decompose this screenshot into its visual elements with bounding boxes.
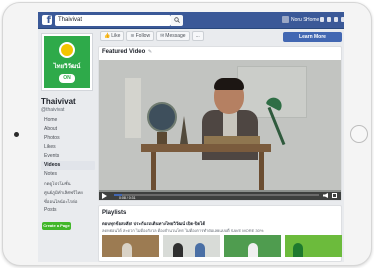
facebook-top-bar: f Thaivivat Noru S Home [38,12,344,29]
avatar [282,16,289,23]
page-nav: Home About Photos Likes Events Videos No… [41,116,95,215]
friends-icon[interactable] [320,17,324,22]
video-thumbnail[interactable] [224,235,281,257]
notifications-icon[interactable] [334,17,338,22]
facebook-logo-icon[interactable]: f [42,15,52,25]
follow-label: Follow [135,33,151,39]
video-scene-globe [147,102,177,132]
page-handle[interactable]: @thaivivat [41,107,64,113]
edit-icon[interactable]: ✎ [148,49,152,55]
like-button[interactable]: 👍 Like [100,31,125,41]
create-page-button[interactable]: Create a Page [42,222,71,230]
thaivivat-logo: ไทยวิวัฒน์ ON [44,36,90,88]
learn-more-button[interactable]: Learn More [283,32,342,42]
video-thumbnail[interactable] [285,235,342,257]
follow-button[interactable]: ≋ Follow [126,31,155,41]
thumbnail-figure [195,243,205,257]
nav-item-service-center[interactable]: ศูนย์ภูมิคำเลิศฟรีไทย [41,188,95,197]
logo-text: ไทยวิวัฒน์ [53,64,81,70]
thumbnail-figure [122,243,132,257]
nav-item-events[interactable]: Events [41,152,95,161]
video-timecode: 0:08 / 0:31 [119,196,136,200]
nav-item-posts[interactable]: Posts [41,206,95,215]
nav-item-about[interactable]: About [41,125,95,134]
video-scene-tower [180,116,188,144]
nav-item-promotion[interactable]: กดดูโปรโมชั่น [41,179,95,188]
message-button[interactable]: ✉ Message [156,31,190,41]
thumbs-up-icon: 👍 [104,33,111,39]
video-scene-person-hair [214,78,244,90]
message-label: Message [165,33,186,39]
nav-item-videos[interactable]: Videos [41,161,95,170]
messages-icon[interactable] [327,17,331,22]
nav-item-notes[interactable]: Notes [41,170,95,179]
search-input[interactable]: Thaivivat [55,15,171,26]
help-icon[interactable] [341,17,344,22]
featured-video-title-text: Featured Video [102,49,146,55]
notification-icons [320,17,344,22]
message-icon: ✉ [160,33,165,39]
user-name: Noru S [291,16,307,23]
page-actions: 👍 Like ≋ Follow ✉ Message ... [100,31,204,41]
home-button[interactable] [350,125,368,143]
nav-item-home[interactable]: Home [41,116,95,125]
video-progress-bar[interactable] [114,194,319,196]
nav-item-photos[interactable]: Photos [41,134,95,143]
logo-badge: ON [59,74,75,83]
user-profile-link[interactable]: Noru S [282,16,307,23]
playlists-title: Playlists [102,210,127,216]
thumbnail-figure [173,243,183,257]
video-thumbnail[interactable] [163,235,220,257]
page-title: Thaivivat [41,97,76,106]
logo-circle-icon [59,42,75,58]
camera-icon [14,132,19,137]
video-scene-table-leg [151,152,156,190]
playlist-description: ลดหย่อนได้ สะดวก ไม่ต้องกังวล ต้องจำนวนโ… [102,228,264,233]
search-icon [174,17,180,23]
rss-icon: ≋ [130,33,135,39]
screen: f Thaivivat Noru S Home ไทยวิวัฒน์ ON Th… [38,12,344,262]
video-scene-window [125,78,141,138]
thumbnail-figure [248,243,258,257]
thumbnail-figure [293,243,303,257]
nav-item-likes[interactable]: Likes [41,143,95,152]
video-scene-table [141,144,271,152]
page-sidebar: ไทยวิวัฒน์ ON Thaivivat @thaivivat Home … [38,29,96,262]
tablet-frame: f Thaivivat Noru S Home ไทยวิวัฒน์ ON Th… [2,2,372,266]
video-player[interactable]: 0:08 / 0:31 [99,60,341,200]
featured-video-card: Featured Video ✎ 0:08 / 0:31 [98,46,342,201]
play-icon[interactable] [102,193,107,199]
featured-video-title: Featured Video ✎ [102,49,152,55]
like-label: Like [111,33,121,39]
video-thumbnail[interactable] [102,235,159,257]
playlist-thumbnails [102,235,342,257]
page-profile-picture[interactable]: ไทยวิวัฒน์ ON [41,33,93,91]
nav-item-buy-online[interactable]: ซี่ออนไลน์อะไรต่อ [41,197,95,206]
playlists-card: Playlists ตอบทุกข้อสงสัย! ประกันรถเดินทา… [98,205,342,262]
home-link[interactable]: Home [306,17,319,23]
more-button[interactable]: ... [191,31,204,41]
playlist-name[interactable]: ตอบทุกข้อสงสัย! ประกันรถเดินทางไทยวิวัฒน… [102,220,205,227]
fullscreen-icon[interactable] [332,193,337,198]
search-button[interactable] [171,15,183,26]
video-scene-globe-stand [157,132,167,144]
video-scene-table-leg [259,152,264,190]
